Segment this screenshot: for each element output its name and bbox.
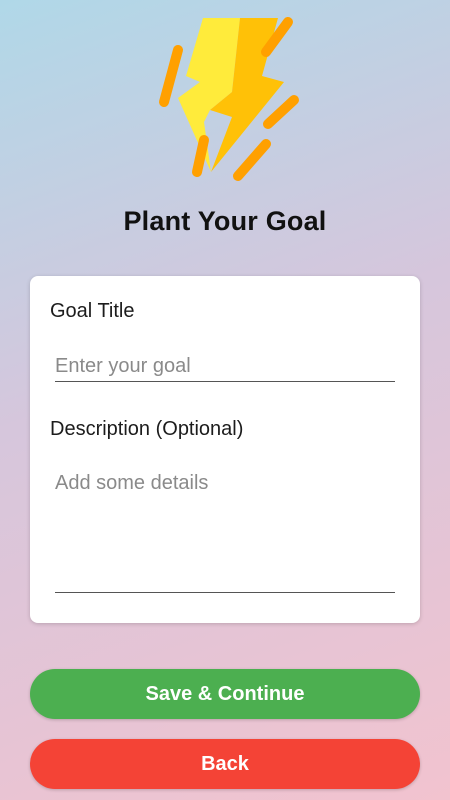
description-underline	[55, 592, 395, 593]
goal-title-label: Goal Title	[50, 300, 135, 322]
description-label: Description (Optional)	[50, 418, 244, 440]
description-input[interactable]	[55, 471, 395, 581]
back-button[interactable]: Back	[30, 739, 420, 789]
goal-title-underline	[55, 381, 395, 382]
goal-form-card: Goal Title Description (Optional)	[30, 276, 420, 623]
save-continue-button[interactable]: Save & Continue	[30, 669, 420, 719]
page-title: Plant Your Goal	[123, 206, 327, 236]
lightning-bolt-icon	[148, 12, 308, 184]
goal-title-input[interactable]	[55, 352, 395, 380]
